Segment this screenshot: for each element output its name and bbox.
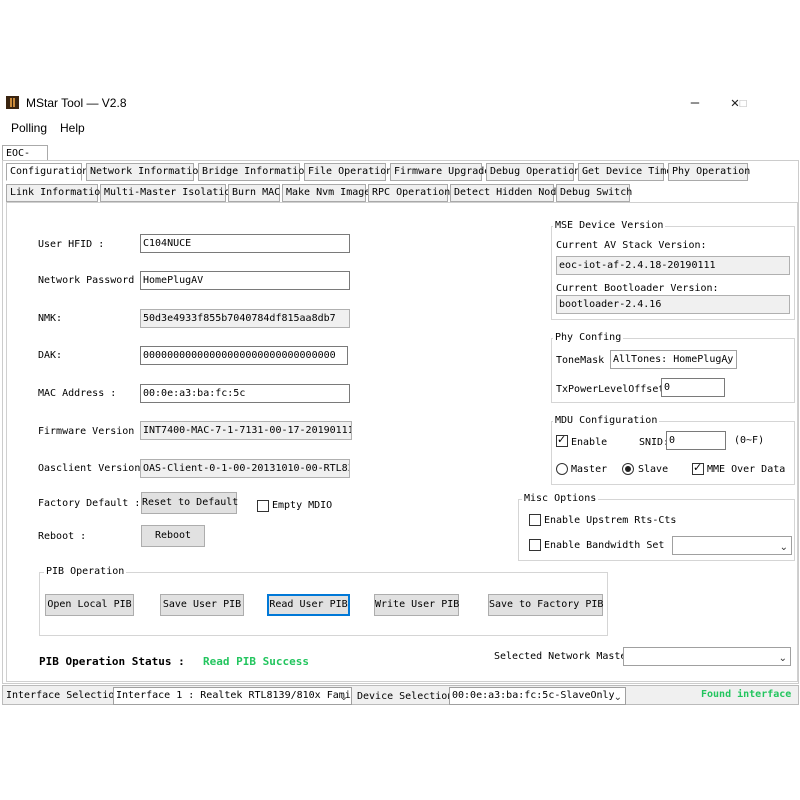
mme-over-data-checkbox[interactable]: [692, 461, 704, 475]
tab-debug-operation[interactable]: Debug Operation: [486, 163, 580, 181]
save-to-factory-pib-button[interactable]: Save to Factory PIB: [488, 594, 603, 616]
tonemask-value: AllTones: HomePlugAv: [613, 354, 734, 365]
bandwidth-select[interactable]: ⌄: [672, 536, 792, 555]
txpower-input[interactable]: 0: [661, 378, 725, 397]
device-select[interactable]: 00:0e:a3:ba:fc:5c-SlaveOnly ⌄: [449, 687, 626, 705]
av-stack-version-field: eoc-iot-af-2.4.18-20190111: [556, 256, 790, 275]
chevron-down-icon: ⌄: [724, 356, 733, 367]
write-user-pib-button[interactable]: Write User PIB: [374, 594, 459, 616]
tab-rpc-operation[interactable]: RPC Operation: [368, 184, 450, 202]
mac-address-input[interactable]: 00:0e:a3:ba:fc:5c: [140, 384, 350, 403]
tab-configuration[interactable]: Configuration: [6, 163, 88, 181]
mdu-config-title: MDU Configuration: [553, 415, 660, 426]
chevron-down-icon: ⌄: [778, 653, 787, 664]
bootloader-version-field: bootloader-2.4.16: [556, 295, 790, 314]
nmk-label: NMK:: [38, 313, 63, 324]
open-local-pib-button[interactable]: Open Local PIB: [45, 594, 134, 616]
snid-label: SNID:: [639, 437, 670, 448]
factory-default-label: Factory Default :: [38, 498, 141, 509]
bandwidth-set-label: Enable Bandwidth Set: [544, 540, 665, 551]
mdu-enable-label: Enable: [571, 437, 608, 448]
dak-input[interactable]: 00000000000000000000000000000000: [140, 346, 348, 365]
txpower-label: TxPowerLevelOffset:: [556, 384, 671, 395]
menu-help[interactable]: Help: [60, 121, 85, 135]
snid-input[interactable]: 0: [666, 431, 726, 450]
tab-network-information[interactable]: Network Information: [86, 163, 204, 181]
tab-detect-hidden-node[interactable]: Detect Hidden Node: [450, 184, 562, 202]
nmk-field: 50d3e4933f855b7040784df815aa8db7: [140, 309, 350, 328]
slave-radio-label: Slave: [638, 464, 669, 475]
selected-master-label: Selected Network Master:: [494, 651, 639, 662]
tab-file-operation[interactable]: File Operation: [304, 163, 392, 181]
interface-value: Interface 1 : Realtek RTL8139/810x Famil…: [116, 690, 352, 701]
menu-bar: [0, 118, 800, 140]
dak-label: DAK:: [38, 350, 63, 361]
tab-bridge-information[interactable]: Bridge Information: [198, 163, 310, 181]
chevron-down-icon: ⌄: [779, 542, 788, 553]
master-radio[interactable]: [556, 463, 568, 475]
tab-firmware-upgrade[interactable]: Firmware Upgrade: [390, 163, 490, 181]
mdu-enable-checkbox[interactable]: [556, 433, 568, 447]
tab-multi-master-isolation[interactable]: Multi-Master Isolation: [100, 184, 236, 202]
reboot-label: Reboot :: [38, 531, 87, 542]
interface-selection-label: Interface Selection:: [6, 690, 127, 701]
upstream-rts-cts-label: Enable Upstrem Rts-Cts: [544, 515, 677, 526]
pib-status-value: Read PIB Success: [203, 655, 309, 668]
tab-burn-mac[interactable]: Burn MAC: [228, 184, 280, 202]
firmware-version-label: Firmware Version :: [38, 426, 147, 437]
tab-get-device-time[interactable]: Get Device Time: [578, 163, 672, 181]
bandwidth-set-checkbox[interactable]: [529, 539, 541, 551]
empty-mdio-checkbox[interactable]: [257, 500, 269, 512]
phy-config-title: Phy Confing: [553, 332, 624, 343]
pib-operation-title: PIB Operation: [44, 566, 127, 577]
user-hfid-input[interactable]: C104NUCE: [140, 234, 350, 253]
reset-to-default-button[interactable]: Reset to Default: [141, 492, 238, 514]
slave-radio[interactable]: [622, 463, 634, 475]
user-hfid-label: User HFID :: [38, 239, 105, 250]
snid-range: (0~F): [734, 435, 765, 446]
network-password-input[interactable]: HomePlugAV: [140, 271, 350, 290]
empty-mdio-label: Empty MDIO: [272, 500, 333, 511]
pib-status-label: PIB Operation Status :: [39, 655, 185, 668]
firmware-version-field: INT7400-MAC-7-1-7131-00-17-20190111-FINA: [140, 421, 352, 440]
mme-over-data-label: MME Over Data: [707, 464, 786, 475]
save-user-pib-button[interactable]: Save User PIB: [160, 594, 244, 616]
master-radio-label: Master: [571, 464, 608, 475]
chevron-down-icon: ⌄: [613, 692, 622, 703]
bootloader-version-label: Current Bootloader Version:: [556, 283, 719, 294]
found-interface-status: Found interface: [701, 689, 792, 700]
upstream-rts-cts-checkbox[interactable]: [529, 514, 541, 526]
close-icon[interactable]: ✕: [720, 92, 750, 114]
misc-options-title: Misc Options: [522, 493, 599, 504]
tab-debug-switch[interactable]: Debug Switch: [556, 184, 632, 202]
device-selection-label: Device Selection:: [357, 691, 460, 702]
mse-device-version-title: MSE Device Version: [553, 220, 666, 231]
window-title: MStar Tool — V2.8: [26, 96, 127, 110]
interface-select[interactable]: Interface 1 : Realtek RTL8139/810x Famil…: [113, 687, 352, 705]
tab-eoc-iot[interactable]: EOC-IOT: [2, 145, 48, 174]
tab-phy-operation[interactable]: Phy Operation: [668, 163, 750, 181]
tonemask-label: ToneMask: [556, 355, 605, 366]
oasclient-version-field: OAS-Client-0-1-00-20131010-00-RTL8306: [140, 459, 350, 478]
mac-address-label: MAC Address :: [38, 388, 117, 399]
network-password-label: Network Password :: [38, 275, 147, 286]
selected-master-select[interactable]: ⌄: [623, 647, 791, 666]
read-user-pib-button[interactable]: Read User PIB: [267, 594, 350, 616]
tonemask-select[interactable]: AllTones: HomePlugAv ⌄: [610, 350, 737, 369]
menu-polling[interactable]: Polling: [11, 121, 47, 135]
device-value: 00:0e:a3:ba:fc:5c-SlaveOnly: [452, 690, 615, 701]
tab-make-nvm-image[interactable]: Make Nvm Image: [282, 184, 370, 202]
chevron-down-icon: ⌄: [339, 692, 348, 703]
tab-link-information[interactable]: Link Information: [6, 184, 106, 202]
minimize-button[interactable]: —: [680, 92, 710, 114]
app-icon: [6, 96, 19, 109]
reboot-button[interactable]: Reboot: [141, 525, 205, 547]
oasclient-version-label: Oasclient Version:: [38, 463, 147, 474]
av-stack-version-label: Current AV Stack Version:: [556, 240, 707, 251]
